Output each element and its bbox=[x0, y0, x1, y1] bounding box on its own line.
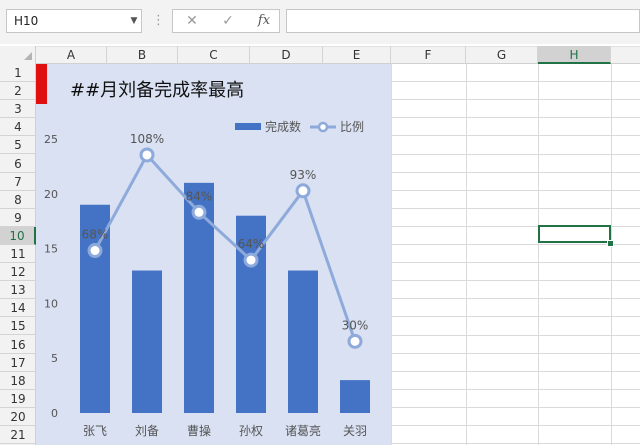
ratio-point-曹操 bbox=[191, 204, 207, 220]
y-tick-label: 0 bbox=[51, 407, 58, 420]
select-all-triangle-icon bbox=[24, 52, 32, 60]
row-header-15[interactable]: 15 bbox=[0, 317, 36, 336]
row-header-4[interactable]: 4 bbox=[0, 118, 36, 137]
cancel-icon[interactable]: ✕ bbox=[180, 9, 204, 33]
row-header-9[interactable]: 9 bbox=[0, 209, 36, 227]
enter-icon[interactable]: ✓ bbox=[216, 9, 240, 33]
row-header-10[interactable]: 10 bbox=[0, 226, 36, 245]
bar-诸葛亮 bbox=[288, 270, 318, 413]
row-header-1[interactable]: 1 bbox=[0, 64, 36, 83]
legend-line-label: 比例 bbox=[340, 120, 364, 134]
row-header-20[interactable]: 20 bbox=[0, 408, 36, 426]
column-header-A[interactable]: A bbox=[36, 46, 107, 64]
y-tick-label: 10 bbox=[44, 297, 58, 310]
ratio-point-关羽 bbox=[347, 333, 363, 349]
x-tick-label: 孙权 bbox=[239, 424, 263, 438]
x-tick-label: 诸葛亮 bbox=[285, 423, 321, 438]
ratio-data-label: 93% bbox=[290, 168, 317, 182]
y-tick-label: 20 bbox=[44, 188, 58, 201]
row-header-7[interactable]: 7 bbox=[0, 173, 36, 191]
insert-function-button[interactable]: fx bbox=[252, 9, 276, 33]
row-header-2[interactable]: 2 bbox=[0, 82, 36, 101]
column-header-C[interactable]: C bbox=[178, 46, 250, 64]
bar-关羽 bbox=[340, 380, 370, 413]
x-tick-label: 刘备 bbox=[135, 424, 159, 438]
selected-cell-H10[interactable] bbox=[538, 225, 611, 243]
column-header-B[interactable]: B bbox=[107, 46, 178, 64]
bar-刘备 bbox=[132, 270, 162, 413]
name-box[interactable]: H10 bbox=[6, 9, 142, 33]
column-header-E[interactable]: E bbox=[323, 46, 391, 64]
name-box-dropdown-icon[interactable]: ▼ bbox=[126, 9, 142, 33]
row-header-11[interactable]: 11 bbox=[0, 245, 36, 264]
ratio-point-诸葛亮 bbox=[295, 183, 311, 199]
row-header-6[interactable]: 6 bbox=[0, 155, 36, 173]
ratio-point-张飞 bbox=[87, 243, 103, 259]
y-tick-label: 5 bbox=[51, 352, 58, 365]
y-tick-label: 25 bbox=[44, 133, 58, 146]
column-header-F[interactable]: F bbox=[391, 46, 466, 64]
legend-bar-label: 完成数 bbox=[265, 119, 301, 134]
row-header-8[interactable]: 8 bbox=[0, 191, 36, 209]
chart-plot: 0 5 10 15 20 25 完成数 比例张飞 刘备 曹操 孙权 诸葛亮 关羽 68% 108% 84% 64… bbox=[44, 119, 370, 438]
ratio-data-label: 68% bbox=[82, 228, 109, 242]
row-header-16[interactable]: 16 bbox=[0, 336, 36, 354]
ratio-data-label: 30% bbox=[342, 318, 369, 332]
row-header-14[interactable]: 14 bbox=[0, 299, 36, 318]
y-tick-label: 15 bbox=[44, 243, 58, 256]
column-header-D[interactable]: D bbox=[250, 46, 323, 64]
row-header-18[interactable]: 18 bbox=[0, 372, 36, 390]
formula-bar-separator: ⋮ bbox=[152, 13, 165, 28]
row-header-17[interactable]: 17 bbox=[0, 354, 36, 372]
legend-line-marker bbox=[317, 121, 329, 133]
ratio-data-label: 108% bbox=[130, 132, 164, 146]
ratio-data-label: 84% bbox=[186, 189, 213, 203]
row-header-19[interactable]: 19 bbox=[0, 390, 36, 408]
legend-bar-swatch bbox=[235, 123, 261, 130]
ratio-point-孙权 bbox=[243, 252, 259, 268]
row-header-5[interactable]: 5 bbox=[0, 136, 36, 155]
column-header-H[interactable]: H bbox=[538, 46, 611, 64]
x-tick-label: 张飞 bbox=[83, 424, 107, 438]
row-header-13[interactable]: 13 bbox=[0, 281, 36, 300]
row-header-12[interactable]: 12 bbox=[0, 263, 36, 282]
ratio-data-label: 64% bbox=[238, 237, 265, 251]
x-tick-label: 关羽 bbox=[343, 424, 367, 438]
row-header-3[interactable]: 3 bbox=[0, 100, 36, 119]
column-header-G[interactable]: G bbox=[466, 46, 538, 64]
ratio-point-刘备 bbox=[139, 147, 155, 163]
x-tick-label: 曹操 bbox=[187, 423, 211, 438]
row-header-21[interactable]: 21 bbox=[0, 426, 36, 445]
fill-handle[interactable] bbox=[607, 240, 614, 247]
formula-input[interactable] bbox=[286, 9, 640, 33]
